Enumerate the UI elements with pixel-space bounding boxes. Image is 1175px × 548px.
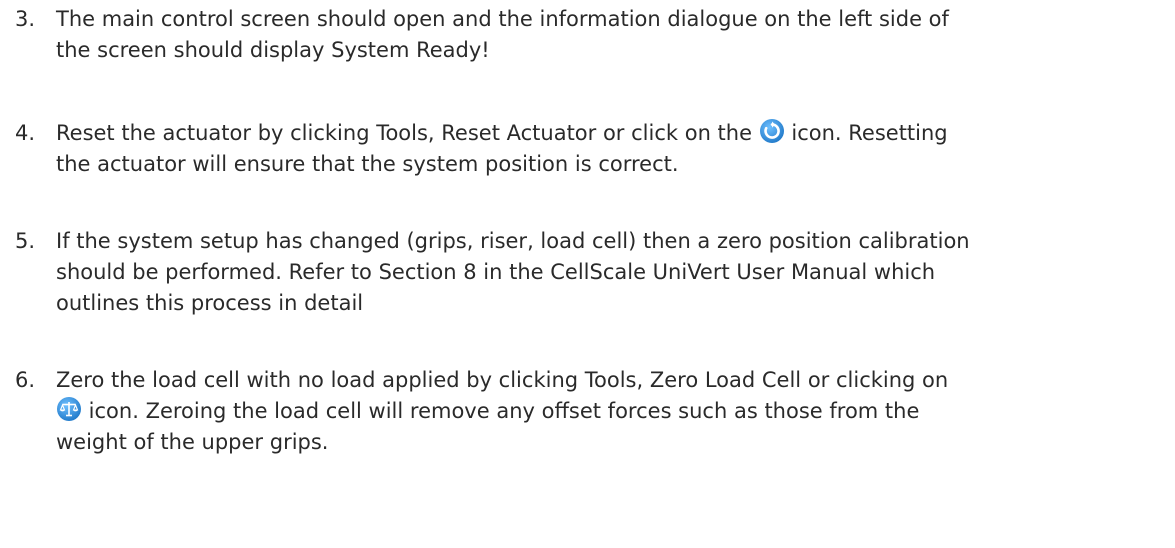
step-text-line: icon. Zeroing the load cell will remove … [56, 396, 1171, 427]
step-text-segment: Reset the actuator by clicking Tools, Re… [56, 121, 753, 145]
balance-scale-icon [56, 396, 82, 422]
step-number: 5. [15, 229, 36, 253]
step-text-line: weight of the upper grips. [56, 430, 329, 454]
step-text-line: If the system setup has changed (grips, … [56, 229, 970, 253]
step-number: 6. [15, 368, 36, 392]
step-text-line: the actuator will ensure that the system… [56, 152, 679, 176]
step-number: 3. [15, 7, 36, 31]
step-text-line: Zero the load cell with no load applied … [56, 368, 949, 392]
step-text-line: The main control screen should open and … [56, 7, 949, 31]
step-number: 4. [15, 121, 36, 145]
step-text: Zero the load cell with no load applied … [56, 365, 1171, 458]
step-text-line: the screen should display System Ready! [56, 38, 490, 62]
reset-circular-arrow-icon [759, 118, 785, 144]
step-text: Reset the actuator by clicking Tools, Re… [56, 118, 1171, 180]
step-text: If the system setup has changed (grips, … [56, 226, 1171, 319]
instruction-document: 3. The main control screen should open a… [0, 0, 1175, 548]
step-text-line: outlines this process in detail [56, 291, 364, 315]
step-text-segment: icon. Resetting [784, 121, 948, 145]
step-text-line: Reset the actuator by clicking Tools, Re… [56, 118, 1171, 149]
step-text-segment: icon. Zeroing the load cell will remove … [82, 399, 920, 423]
step-text-line: should be performed. Refer to Section 8 … [56, 260, 936, 284]
step-text: The main control screen should open and … [56, 4, 1171, 66]
